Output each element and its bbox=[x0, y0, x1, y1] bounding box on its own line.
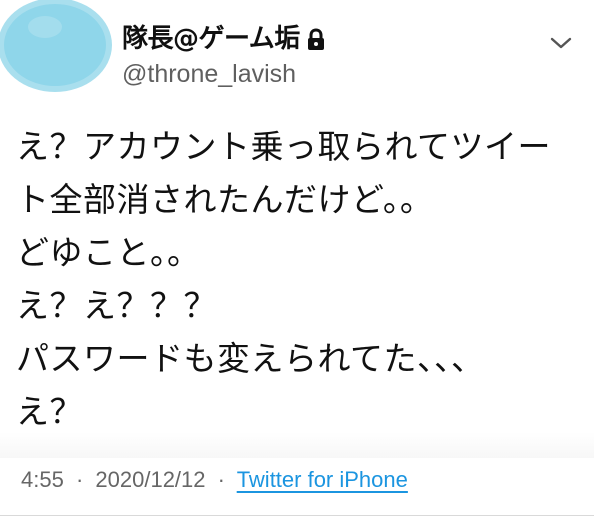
tweet-metadata: 4:55 · 2020/12/12 · Twitter for iPhone bbox=[21, 468, 408, 492]
author-name-row[interactable]: 隊長@ゲーム垢 bbox=[122, 22, 524, 56]
metadata-spacer bbox=[0, 432, 594, 458]
lock-icon bbox=[307, 28, 324, 50]
tweet-time: 4:55 bbox=[21, 467, 64, 492]
tweet-text: え？アカウント乗っ取られてツイー ト全部消されたんだけど。。 どゆこと。。 え？… bbox=[16, 120, 584, 438]
tweet-text-line: どゆこと。。 bbox=[16, 233, 201, 272]
bottom-divider bbox=[0, 515, 594, 516]
tweet-text-line: え？アカウント乗っ取られてツイー bbox=[16, 127, 552, 166]
tweet-card: 隊長@ゲーム垢 @throne_lavish え？アカウント乗っ取られてツイー … bbox=[0, 0, 594, 522]
metadata-separator: · bbox=[75, 467, 84, 492]
author-handle[interactable]: @throne_lavish bbox=[122, 60, 524, 89]
tweet-date: 2020/12/12 bbox=[95, 467, 206, 492]
tweet-text-line: ト全部消されたんだけど。。 bbox=[16, 180, 434, 219]
source-link[interactable]: Twitter for iPhone bbox=[237, 467, 408, 492]
avatar-blur-highlight bbox=[28, 16, 62, 38]
tweet-header: 隊長@ゲーム垢 @throne_lavish bbox=[122, 22, 524, 89]
chevron-down-icon[interactable] bbox=[550, 36, 572, 50]
tweet-text-line: パスワードも変えられてた、、、 bbox=[16, 339, 485, 378]
avatar[interactable] bbox=[4, 4, 106, 86]
tweet-text-line: え？え？？？ bbox=[16, 286, 217, 325]
tweet-text-line: え？ bbox=[16, 392, 83, 431]
metadata-separator: · bbox=[217, 467, 225, 492]
display-name[interactable]: 隊長@ゲーム垢 bbox=[122, 26, 300, 52]
